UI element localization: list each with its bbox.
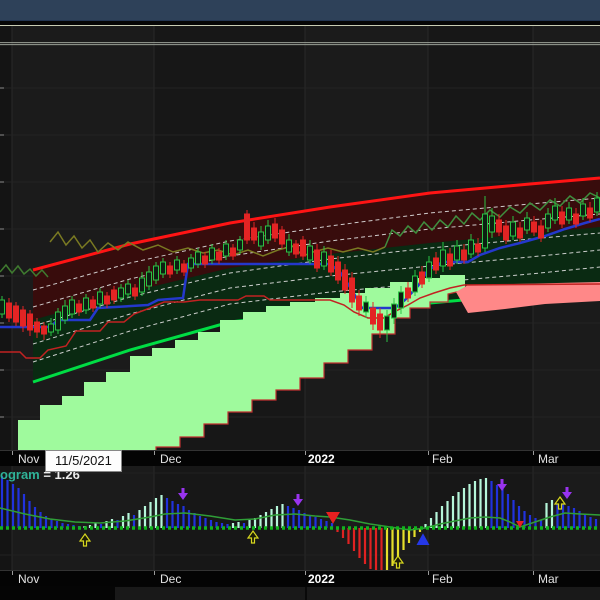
scrollbar-thumb[interactable] — [115, 587, 600, 600]
time-axis-label: Mar — [538, 572, 559, 586]
horizontal-scrollbar[interactable] — [0, 586, 600, 600]
trading-chart-app: 11/5/2021 Nov Dec 2022 Feb Mar ogram = 1.26 … — [0, 0, 600, 600]
macd-histogram-panel[interactable]: ogram = 1.26 — [0, 466, 600, 570]
time-axis-tick — [305, 451, 306, 455]
time-axis-label: Nov — [18, 572, 40, 586]
time-axis-label: Feb — [432, 452, 453, 466]
time-axis-label: 2022 — [308, 572, 335, 586]
price-chart-canvas[interactable] — [0, 26, 600, 450]
time-axis-tick — [428, 451, 429, 455]
time-axis-tick — [12, 571, 13, 575]
time-axis-tick — [533, 571, 534, 575]
indicator-name-fragment: ogram — [0, 467, 40, 482]
time-axis-label: Dec — [160, 452, 182, 466]
crosshair-date-tooltip: 11/5/2021 — [45, 450, 122, 472]
time-axis-label: 2022 — [308, 452, 335, 466]
time-axis-bottom[interactable]: Nov Dec 2022 Feb Mar — [0, 570, 600, 586]
time-axis-tick — [428, 571, 429, 575]
window-titlebar[interactable] — [0, 0, 600, 21]
time-axis-tick — [12, 451, 13, 455]
time-axis-tick — [533, 451, 534, 455]
time-axis-tick — [305, 571, 306, 575]
time-axis-label: Dec — [160, 572, 182, 586]
time-axis-tick — [154, 451, 155, 455]
time-axis-tick — [154, 571, 155, 575]
time-axis-label: Nov — [18, 452, 40, 466]
time-axis-label: Feb — [432, 572, 453, 586]
scrollbar-notch — [305, 587, 307, 600]
time-axis-label: Mar — [538, 452, 559, 466]
time-axis-main[interactable]: 11/5/2021 Nov Dec 2022 Feb Mar — [0, 450, 600, 472]
main-price-chart[interactable] — [0, 26, 600, 450]
histogram-canvas[interactable] — [0, 466, 600, 570]
